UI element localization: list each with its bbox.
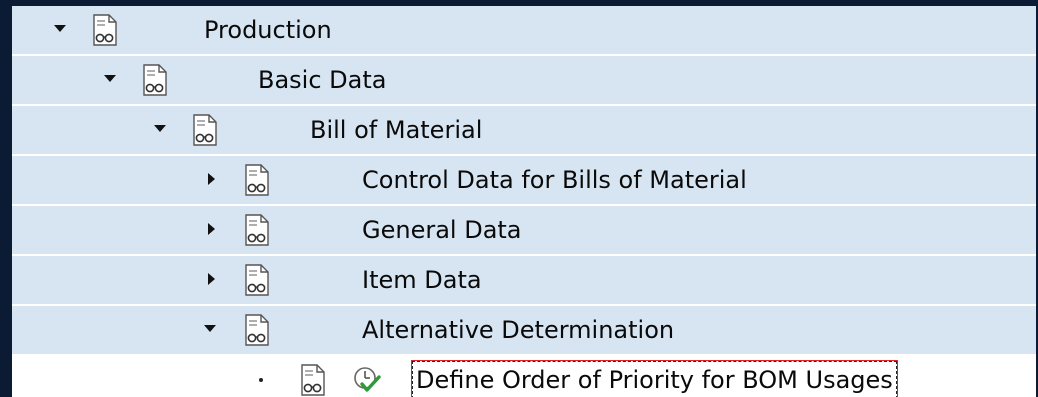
img-doc-icon bbox=[143, 64, 167, 96]
img-doc-icon bbox=[245, 314, 269, 346]
tree-node-label: Bill of Material bbox=[310, 116, 483, 144]
tree-node-general-data[interactable]: General Data bbox=[12, 206, 1036, 255]
tree-node-label: Alternative Determination bbox=[362, 316, 675, 344]
collapse-arrow-icon[interactable] bbox=[208, 173, 215, 185]
expand-arrow-icon[interactable] bbox=[154, 125, 166, 132]
tree-node-item-data[interactable]: Item Data bbox=[12, 256, 1036, 305]
tree-node-production[interactable]: Production bbox=[12, 6, 1036, 55]
img-doc-icon bbox=[301, 364, 325, 396]
collapse-arrow-icon[interactable] bbox=[208, 273, 215, 285]
tree-node-bill-of-material[interactable]: Bill of Material bbox=[12, 106, 1036, 155]
tree-node-label: Production bbox=[204, 16, 332, 44]
expand-arrow-icon[interactable] bbox=[204, 325, 216, 332]
tree-node-basic-data[interactable]: Basic Data bbox=[12, 56, 1036, 105]
tree-node-label: Item Data bbox=[362, 266, 482, 294]
tree-node-label-selected[interactable]: Define Order of Priority for BOM Usages bbox=[412, 361, 897, 397]
tree-node-alternative-determination[interactable]: Alternative Determination bbox=[12, 306, 1036, 355]
tree-node-label: Basic Data bbox=[258, 66, 387, 94]
leaf-bullet-icon bbox=[259, 378, 263, 382]
customizing-tree: Production Basic Data Bill of Material C… bbox=[12, 6, 1036, 397]
tree-node-label: General Data bbox=[362, 216, 522, 244]
tree-node-control-data[interactable]: Control Data for Bills of Material bbox=[12, 156, 1036, 205]
img-doc-icon bbox=[245, 214, 269, 246]
tree-node-define-order-of-priority[interactable]: Define Order of Priority for BOM Usages bbox=[12, 356, 1036, 397]
img-doc-icon bbox=[93, 14, 117, 46]
expand-arrow-icon[interactable] bbox=[104, 75, 116, 82]
collapse-arrow-icon[interactable] bbox=[208, 223, 215, 235]
tree-node-label: Control Data for Bills of Material bbox=[362, 166, 747, 194]
img-doc-icon bbox=[245, 164, 269, 196]
img-doc-icon bbox=[193, 114, 217, 146]
expand-arrow-icon[interactable] bbox=[54, 25, 66, 32]
img-doc-icon bbox=[245, 264, 269, 296]
execute-clock-check-icon[interactable] bbox=[352, 365, 382, 395]
